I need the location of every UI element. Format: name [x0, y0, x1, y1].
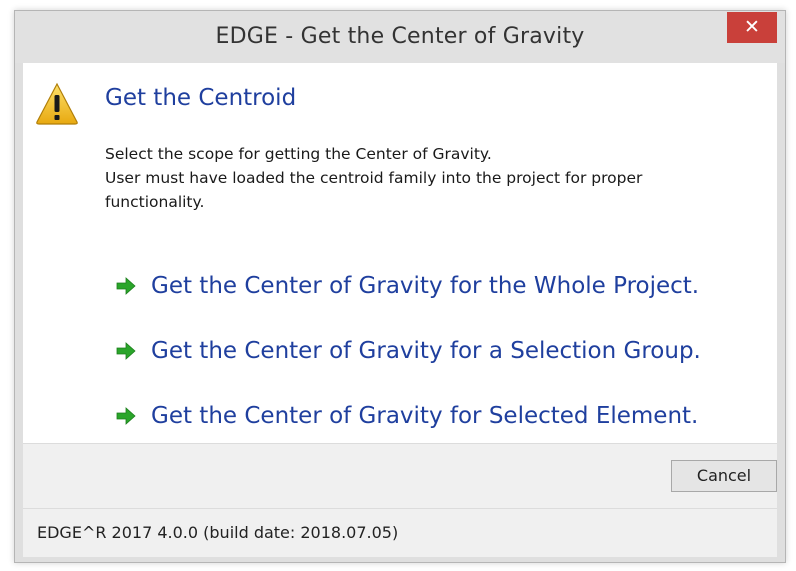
description-text: Select the scope for getting the Center …	[105, 142, 735, 214]
description-line: User must have loaded the centroid famil…	[105, 169, 643, 187]
warning-icon	[36, 82, 78, 125]
green-arrow-icon	[116, 407, 136, 425]
description-line: Select the scope for getting the Center …	[105, 145, 492, 163]
green-arrow-icon	[116, 342, 136, 360]
dialog-window: EDGE - Get the Center of Gravity ✕ Get t…	[14, 10, 786, 563]
window-title: EDGE - Get the Center of Gravity	[215, 24, 585, 49]
command-link-selection-group[interactable]: Get the Center of Gravity for a Selectio…	[115, 331, 701, 371]
main-instruction-heading: Get the Centroid	[105, 85, 297, 111]
cancel-button[interactable]: Cancel	[671, 460, 777, 492]
command-link-selected-element[interactable]: Get the Center of Gravity for Selected E…	[115, 396, 698, 436]
command-link-label: Get the Center of Gravity for the Whole …	[151, 273, 700, 299]
footer: EDGE^R 2017 4.0.0 (build date: 2018.07.0…	[23, 508, 777, 557]
description-line: functionality.	[105, 193, 205, 211]
version-info: EDGE^R 2017 4.0.0 (build date: 2018.07.0…	[37, 523, 399, 542]
close-button[interactable]: ✕	[727, 12, 777, 43]
dialog-content: Get the Centroid Select the scope for ge…	[23, 63, 777, 443]
command-link-label: Get the Center of Gravity for Selected E…	[151, 403, 699, 429]
title-bar[interactable]: EDGE - Get the Center of Gravity ✕	[15, 11, 785, 63]
command-link-label: Get the Center of Gravity for a Selectio…	[151, 338, 701, 364]
green-arrow-icon	[116, 277, 136, 295]
button-bar: Cancel	[23, 443, 777, 508]
command-link-whole-project[interactable]: Get the Center of Gravity for the Whole …	[115, 266, 699, 306]
